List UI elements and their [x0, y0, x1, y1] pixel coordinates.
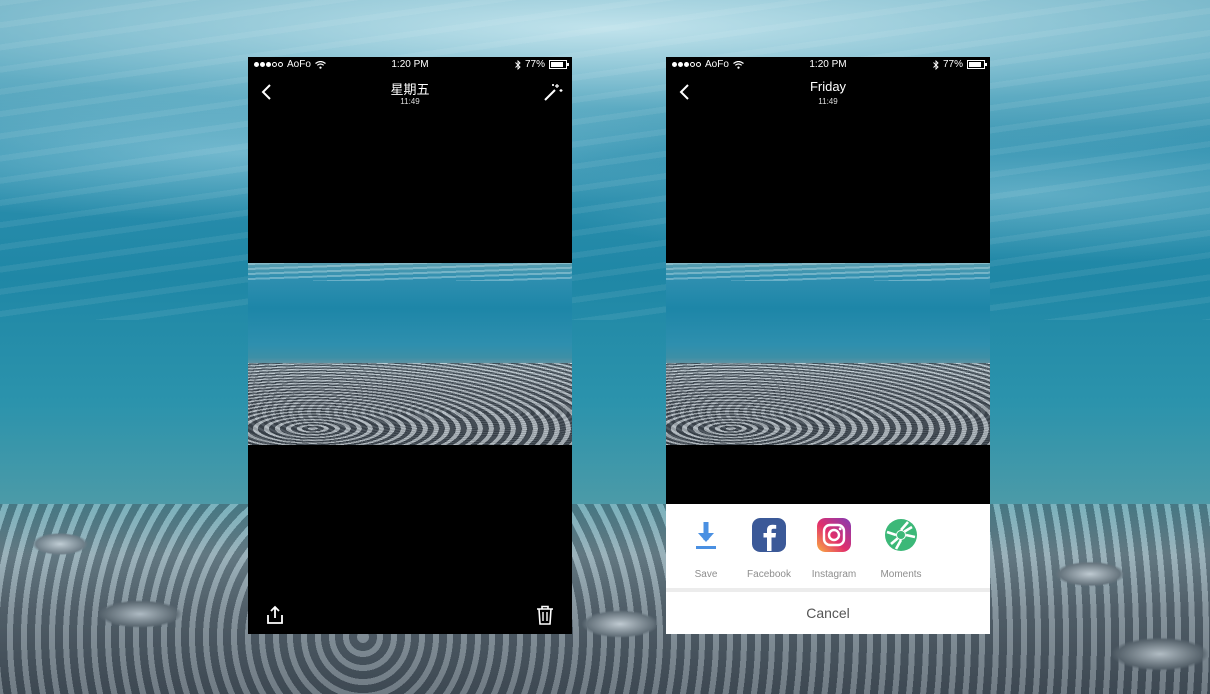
- nav-bar: Friday 11:49: [666, 75, 990, 115]
- battery-percent: 77%: [942, 59, 963, 70]
- facebook-icon: [752, 518, 786, 552]
- phone-screen-chinese: AoFo 1:20 PM 77% 星期五 11:49: [248, 57, 572, 634]
- bluetooth-icon: [933, 59, 939, 70]
- bluetooth-icon: [515, 59, 521, 70]
- share-option-label: Moments: [880, 569, 922, 580]
- magic-wand-icon[interactable]: [542, 81, 564, 103]
- instagram-icon: [817, 518, 851, 552]
- download-icon: [696, 522, 716, 549]
- nav-bar: 星期五 11:49: [248, 75, 572, 115]
- underwater-photo: [666, 263, 990, 445]
- status-bar: AoFo 1:20 PM 77%: [248, 57, 572, 73]
- background-riverbed: [0, 504, 1210, 694]
- underwater-photo: [248, 263, 572, 445]
- page-subtitle-time: 11:49: [818, 97, 838, 106]
- share-option-instagram[interactable]: Instagram: [802, 518, 866, 580]
- share-option-label: Instagram: [811, 569, 857, 580]
- status-bar: AoFo 1:20 PM 77%: [666, 57, 990, 73]
- battery-icon: [967, 60, 987, 69]
- phone-screen-english: AoFo 1:20 PM 77% Friday 11:49 Save Faceb…: [666, 57, 990, 634]
- background-ripples: [0, 0, 1210, 320]
- page-subtitle-time: 11:49: [400, 97, 420, 106]
- moments-icon: [885, 519, 917, 551]
- share-option-save[interactable]: Save: [674, 518, 738, 580]
- share-sheet: Save Facebook Instagram Moments Cancel: [666, 504, 990, 634]
- battery-percent: 77%: [524, 59, 545, 70]
- share-icon[interactable]: [264, 604, 286, 626]
- battery-icon: [549, 60, 569, 69]
- share-option-label: Save: [694, 569, 718, 580]
- share-option-label: Facebook: [747, 569, 791, 580]
- trash-icon[interactable]: [534, 604, 556, 626]
- cancel-button[interactable]: Cancel: [666, 592, 990, 634]
- share-option-moments[interactable]: Moments: [869, 518, 933, 580]
- share-options-row: Save Facebook Instagram Moments: [666, 518, 990, 580]
- page-title: Friday: [809, 79, 847, 94]
- share-option-facebook[interactable]: Facebook: [737, 518, 801, 580]
- page-title: 星期五: [390, 82, 430, 97]
